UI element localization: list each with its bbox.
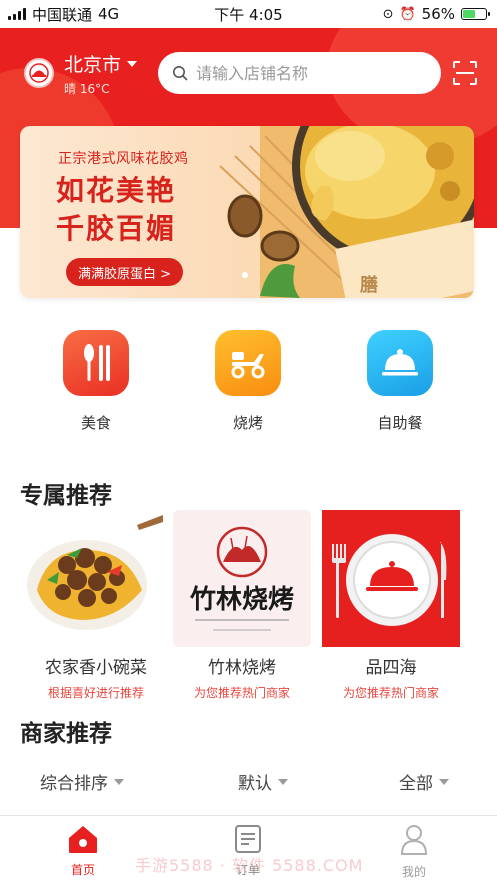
filter-label: 综合排序 bbox=[40, 774, 108, 794]
dish-cloche-icon bbox=[367, 330, 433, 396]
rec-desc: 为您推荐热门商家 bbox=[193, 686, 290, 700]
bottom-tab-bar: 首页 订单 我的 手游5588 · 软件 5588.COM bbox=[0, 815, 497, 883]
rec-name: 品四海 bbox=[365, 658, 417, 678]
rec-desc: 根据喜好进行推荐 bbox=[47, 686, 144, 700]
banner-title-line2: 千胶百媚 bbox=[56, 212, 177, 245]
rec-image-plate bbox=[322, 510, 460, 647]
chevron-down-icon bbox=[439, 778, 449, 785]
tab-orders[interactable]: 订单 bbox=[218, 824, 278, 878]
weather-label: 晴 16°C bbox=[64, 82, 110, 96]
category-label: 自助餐 bbox=[377, 414, 423, 432]
category-food[interactable]: 美食 bbox=[56, 330, 136, 433]
search-icon bbox=[173, 66, 188, 81]
banner-art-text: 膳 bbox=[359, 274, 378, 296]
battery-icon bbox=[461, 8, 490, 20]
scan-icon[interactable] bbox=[452, 60, 478, 86]
carousel-dot bbox=[242, 272, 248, 278]
category-label: 烧烤 bbox=[232, 414, 263, 432]
filter-bar: 综合排序 默认 全部 bbox=[0, 765, 497, 801]
rec-image-dish bbox=[27, 510, 165, 647]
banner-title-line1: 如花美艳 bbox=[56, 174, 177, 207]
rec-name: 竹林烧烤 bbox=[208, 658, 276, 678]
filter-label: 默认 bbox=[238, 774, 272, 794]
signal-icon bbox=[8, 8, 26, 20]
rec-name: 农家香小碗菜 bbox=[45, 658, 147, 678]
category-bbq[interactable]: 烧烤 bbox=[208, 330, 288, 433]
category-buffet[interactable]: 自助餐 bbox=[360, 330, 440, 433]
battery-percent: 56% bbox=[421, 5, 455, 23]
orientation-lock-icon: ⊙ bbox=[382, 6, 394, 22]
tab-home[interactable]: 首页 bbox=[53, 824, 113, 878]
profile-icon bbox=[400, 825, 428, 855]
city-label: 北京市 bbox=[64, 54, 122, 76]
top-bar: 北京市 晴 16°C bbox=[0, 28, 497, 120]
tab-profile[interactable]: 我的 bbox=[384, 824, 444, 880]
filter-sort[interactable]: 综合排序 bbox=[40, 769, 124, 794]
category-label: 美食 bbox=[80, 414, 111, 432]
filter-label: 全部 bbox=[399, 774, 433, 794]
filter-all[interactable]: 全部 bbox=[399, 769, 449, 794]
rec-card-zhulin[interactable]: 竹林烧烤 竹林烧烤 为您推荐热门商家 bbox=[173, 510, 311, 701]
order-icon bbox=[235, 825, 261, 853]
zhulin-logo-text: 竹林烧烤 bbox=[189, 585, 294, 615]
promo-banner[interactable]: 膳 正宗港式风味花胶鸡 如花美艳 千胶百媚 满满胶原蛋白 > bbox=[20, 126, 474, 298]
home-icon bbox=[69, 826, 97, 853]
network-label: 4G bbox=[98, 5, 120, 23]
chevron-down-icon bbox=[114, 778, 124, 785]
rec-card-pinsihai[interactable]: 品四海 为您推荐热门商家 bbox=[322, 510, 460, 701]
chevron-down-icon bbox=[127, 60, 138, 67]
rec-desc: 为您推荐热门商家 bbox=[342, 686, 439, 700]
search-input[interactable] bbox=[196, 63, 426, 83]
city-selector[interactable]: 北京市 bbox=[64, 50, 138, 77]
chevron-down-icon bbox=[278, 778, 288, 785]
banner-title: 如花美艳 千胶百媚 bbox=[56, 172, 176, 248]
rec-image-zhulin-logo: 竹林烧烤 bbox=[173, 510, 311, 647]
carrier-label: 中国联通 bbox=[32, 5, 93, 24]
tab-label: 首页 bbox=[70, 863, 95, 877]
utensils-icon bbox=[63, 330, 129, 396]
banner-subtitle: 正宗港式风味花胶鸡 bbox=[58, 151, 189, 167]
tab-label: 我的 bbox=[401, 865, 426, 879]
scooter-icon bbox=[215, 330, 281, 396]
tab-label: 订单 bbox=[235, 863, 260, 877]
rec-card-nongjia[interactable]: 农家香小碗菜 根据喜好进行推荐 bbox=[27, 510, 165, 701]
app-logo bbox=[24, 58, 54, 88]
carousel-indicator bbox=[242, 272, 248, 278]
filter-default[interactable]: 默认 bbox=[238, 769, 288, 794]
exclusive-section-title: 专属推荐 bbox=[20, 483, 112, 509]
merchants-section-title: 商家推荐 bbox=[20, 721, 112, 747]
search-bar[interactable] bbox=[158, 52, 441, 94]
category-grid: 美食 烧烤 自助餐 bbox=[0, 330, 497, 440]
status-bar: 中国联通 4G 下午 4:05 ⊙ ⏰ 56% bbox=[0, 0, 497, 28]
alarm-icon: ⏰ bbox=[399, 6, 416, 22]
banner-cta-button[interactable]: 满满胶原蛋白 > bbox=[66, 258, 184, 286]
